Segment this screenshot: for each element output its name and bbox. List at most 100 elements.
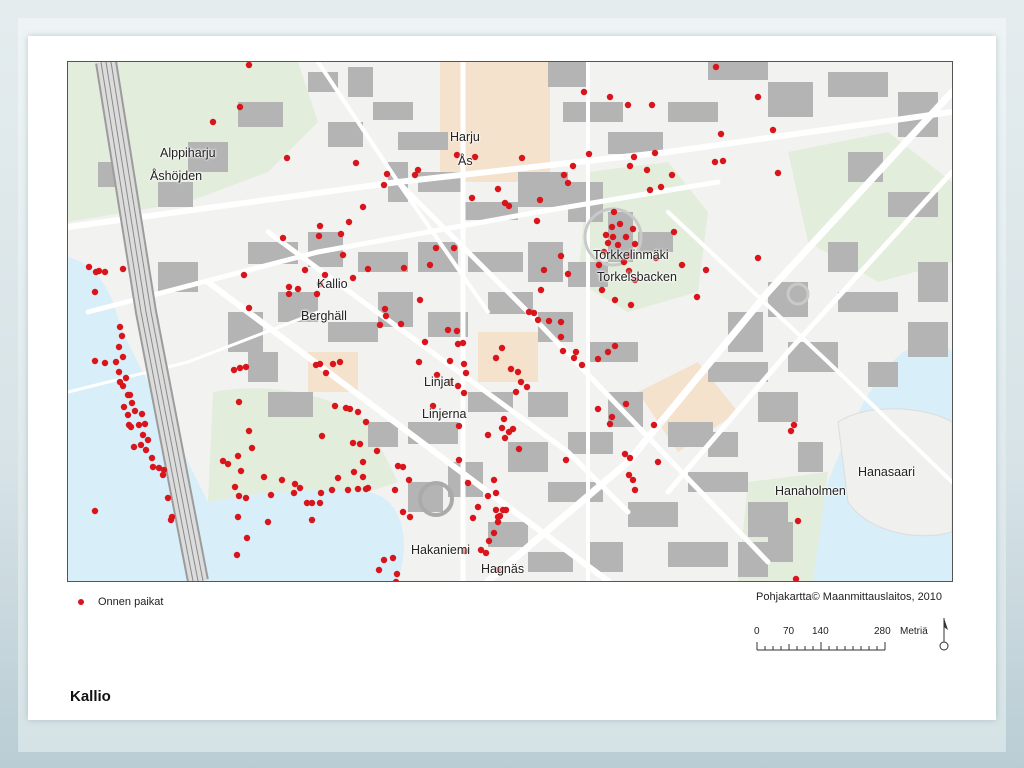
- onnen-paikka-marker[interactable]: [609, 233, 617, 241]
- onnen-paikka-marker[interactable]: [604, 348, 612, 356]
- onnen-paikka-marker[interactable]: [622, 233, 630, 241]
- onnen-paikka-marker[interactable]: [646, 186, 654, 194]
- onnen-paikka-marker[interactable]: [237, 467, 245, 475]
- onnen-paikka-marker[interactable]: [608, 413, 616, 421]
- onnen-paikka-marker[interactable]: [245, 62, 253, 69]
- onnen-paikka-marker[interactable]: [234, 452, 242, 460]
- onnen-paikka-marker[interactable]: [432, 244, 440, 252]
- onnen-paikka-marker[interactable]: [468, 194, 476, 202]
- onnen-paikka-marker[interactable]: [243, 534, 251, 542]
- onnen-paikka-marker[interactable]: [328, 486, 336, 494]
- onnen-paikka-marker[interactable]: [754, 254, 762, 262]
- onnen-paikka-marker[interactable]: [595, 261, 603, 269]
- onnen-paikka-marker[interactable]: [167, 516, 175, 524]
- onnen-paikka-marker[interactable]: [393, 570, 401, 578]
- onnen-paikka-marker[interactable]: [285, 283, 293, 291]
- onnen-paikka-marker[interactable]: [296, 484, 304, 492]
- onnen-paikka-marker[interactable]: [342, 404, 350, 412]
- onnen-paikka-marker[interactable]: [492, 506, 500, 514]
- onnen-paikka-marker[interactable]: [648, 101, 656, 109]
- onnen-paikka-marker[interactable]: [120, 403, 128, 411]
- onnen-paikka-marker[interactable]: [629, 476, 637, 484]
- onnen-paikka-marker[interactable]: [359, 458, 367, 466]
- onnen-paikka-marker[interactable]: [267, 491, 275, 499]
- onnen-paikka-marker[interactable]: [643, 166, 651, 174]
- onnen-paikka-marker[interactable]: [359, 473, 367, 481]
- onnen-paikka-marker[interactable]: [294, 285, 302, 293]
- onnen-paikka-marker[interactable]: [149, 463, 157, 471]
- onnen-paikka-marker[interactable]: [235, 492, 243, 500]
- onnen-paikka-marker[interactable]: [331, 402, 339, 410]
- onnen-paikka-marker[interactable]: [622, 400, 630, 408]
- onnen-paikka-marker[interactable]: [144, 436, 152, 444]
- onnen-paikka-marker[interactable]: [477, 546, 485, 554]
- onnen-paikka-marker[interactable]: [115, 343, 123, 351]
- onnen-paikka-marker[interactable]: [569, 162, 577, 170]
- onnen-paikka-marker[interactable]: [594, 355, 602, 363]
- onnen-paikka-marker[interactable]: [545, 317, 553, 325]
- onnen-paikka-marker[interactable]: [536, 196, 544, 204]
- onnen-paikka-marker[interactable]: [126, 391, 134, 399]
- onnen-paikka-marker[interactable]: [464, 479, 472, 487]
- onnen-paikka-marker[interactable]: [245, 304, 253, 312]
- onnen-paikka-marker[interactable]: [356, 440, 364, 448]
- onnen-paikka-marker[interactable]: [231, 483, 239, 491]
- onnen-paikka-marker[interactable]: [137, 441, 145, 449]
- onnen-paikka-marker[interactable]: [235, 398, 243, 406]
- onnen-paikka-marker[interactable]: [580, 88, 588, 96]
- onnen-paikka-marker[interactable]: [264, 518, 272, 526]
- onnen-paikka-marker[interactable]: [260, 473, 268, 481]
- onnen-paikka-marker[interactable]: [769, 126, 777, 134]
- onnen-paikka-marker[interactable]: [484, 431, 492, 439]
- onnen-paikka-marker[interactable]: [624, 101, 632, 109]
- onnen-paikka-marker[interactable]: [585, 150, 593, 158]
- map[interactable]: Alppiharju Åshöjden Harju Ås Torkkelinmä…: [67, 61, 953, 582]
- onnen-paikka-marker[interactable]: [354, 485, 362, 493]
- onnen-paikka-marker[interactable]: [557, 318, 565, 326]
- onnen-paikka-marker[interactable]: [278, 476, 286, 484]
- onnen-paikka-marker[interactable]: [290, 489, 298, 497]
- onnen-paikka-marker[interactable]: [322, 369, 330, 377]
- onnen-paikka-marker[interactable]: [787, 427, 795, 435]
- onnen-paikka-marker[interactable]: [610, 208, 618, 216]
- onnen-paikka-marker[interactable]: [474, 503, 482, 511]
- onnen-paikka-marker[interactable]: [380, 556, 388, 564]
- onnen-paikka-marker[interactable]: [540, 266, 548, 274]
- onnen-paikka-marker[interactable]: [405, 476, 413, 484]
- onnen-paikka-marker[interactable]: [537, 286, 545, 294]
- onnen-paikka-marker[interactable]: [142, 446, 150, 454]
- onnen-paikka-marker[interactable]: [141, 420, 149, 428]
- onnen-paikka-marker[interactable]: [621, 450, 629, 458]
- onnen-paikka-marker[interactable]: [316, 499, 324, 507]
- onnen-paikka-marker[interactable]: [626, 162, 634, 170]
- onnen-paikka-marker[interactable]: [122, 374, 130, 382]
- onnen-paikka-marker[interactable]: [455, 456, 463, 464]
- onnen-paikka-marker[interactable]: [376, 321, 384, 329]
- onnen-paikka-marker[interactable]: [245, 427, 253, 435]
- onnen-paikka-marker[interactable]: [790, 421, 798, 429]
- onnen-paikka-marker[interactable]: [85, 263, 93, 271]
- onnen-paikka-marker[interactable]: [248, 444, 256, 452]
- onnen-paikka-marker[interactable]: [350, 468, 358, 476]
- onnen-paikka-marker[interactable]: [494, 513, 502, 521]
- onnen-paikka-marker[interactable]: [234, 513, 242, 521]
- onnen-paikka-marker[interactable]: [711, 158, 719, 166]
- onnen-paikka-marker[interactable]: [138, 410, 146, 418]
- onnen-paikka-marker[interactable]: [444, 326, 452, 334]
- onnen-paikka-marker[interactable]: [119, 382, 127, 390]
- onnen-paikka-marker[interactable]: [313, 290, 321, 298]
- onnen-paikka-marker[interactable]: [611, 296, 619, 304]
- onnen-paikka-marker[interactable]: [131, 407, 139, 415]
- onnen-paikka-marker[interactable]: [485, 537, 493, 545]
- onnen-paikka-marker[interactable]: [604, 239, 612, 247]
- onnen-paikka-marker[interactable]: [512, 388, 520, 396]
- onnen-paikka-marker[interactable]: [490, 476, 498, 484]
- onnen-paikka-marker[interactable]: [507, 365, 515, 373]
- onnen-paikka-marker[interactable]: [112, 358, 120, 366]
- onnen-paikka-marker[interactable]: [381, 305, 389, 313]
- onnen-paikka-marker[interactable]: [91, 507, 99, 515]
- onnen-paikka-marker[interactable]: [209, 118, 217, 126]
- onnen-paikka-marker[interactable]: [523, 383, 531, 391]
- onnen-paikka-marker[interactable]: [236, 364, 244, 372]
- onnen-paikka-marker[interactable]: [421, 338, 429, 346]
